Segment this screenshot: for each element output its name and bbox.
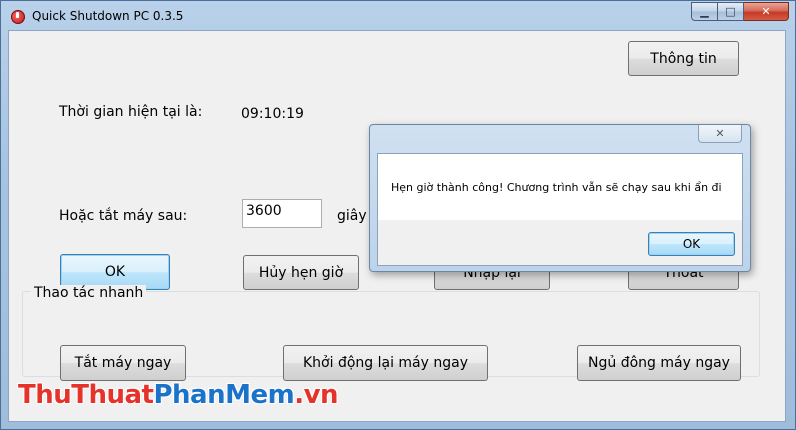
watermark-part-2: PhanMem <box>153 380 295 410</box>
cancel-schedule-button[interactable]: Hủy hẹn giờ <box>243 255 359 290</box>
hibernate-now-button[interactable]: Ngủ đông máy ngay <box>577 345 741 381</box>
dialog-message: Hẹn giờ thành công! Chương trình vẫn sẽ … <box>391 181 722 194</box>
app-power-icon <box>11 10 25 24</box>
restart-now-button[interactable]: Khởi động lại máy ngay <box>283 345 488 381</box>
close-icon: ✕ <box>761 5 771 18</box>
shutdown-seconds-input[interactable]: 3600 <box>242 199 322 228</box>
watermark-part-3: .vn <box>294 380 339 410</box>
dialog-close-button[interactable]: ✕ <box>698 125 742 143</box>
window-title: Quick Shutdown PC 0.3.5 <box>32 9 184 23</box>
maximize-icon: □ <box>725 5 736 18</box>
shutdown-after-label: Hoặc tắt máy sau: <box>59 208 188 224</box>
shutdown-now-button[interactable]: Tắt máy ngay <box>60 345 186 381</box>
dialog-body: Hẹn giờ thành công! Chương trình vẫn sẽ … <box>377 153 743 266</box>
caption-buttons: ▁ □ ✕ <box>691 2 789 21</box>
dialog-message-area: Hẹn giờ thành công! Chương trình vẫn sẽ … <box>378 154 742 220</box>
dialog-ok-button[interactable]: OK <box>648 232 735 256</box>
watermark-part-1: ThuThuat <box>18 380 154 410</box>
close-icon: ✕ <box>715 127 725 140</box>
current-time-label: Thời gian hiện tại là: <box>59 104 203 120</box>
title-bar[interactable]: Quick Shutdown PC 0.3.5 ▁ □ ✕ <box>1 1 795 31</box>
current-time-value: 09:10:19 <box>241 106 304 122</box>
minimize-button[interactable]: ▁ <box>691 2 718 21</box>
quick-actions-title: Thao tác nhanh <box>31 285 147 301</box>
message-dialog: ✕ Hẹn giờ thành công! Chương trình vẫn s… <box>369 124 751 272</box>
maximize-button[interactable]: □ <box>718 2 744 21</box>
close-button[interactable]: ✕ <box>744 2 789 21</box>
minimize-icon: ▁ <box>700 5 709 18</box>
seconds-unit-label: giây <box>337 208 367 224</box>
watermark-logo: ThuThuatPhanMem.vn <box>18 380 339 410</box>
info-button[interactable]: Thông tin <box>628 41 739 76</box>
